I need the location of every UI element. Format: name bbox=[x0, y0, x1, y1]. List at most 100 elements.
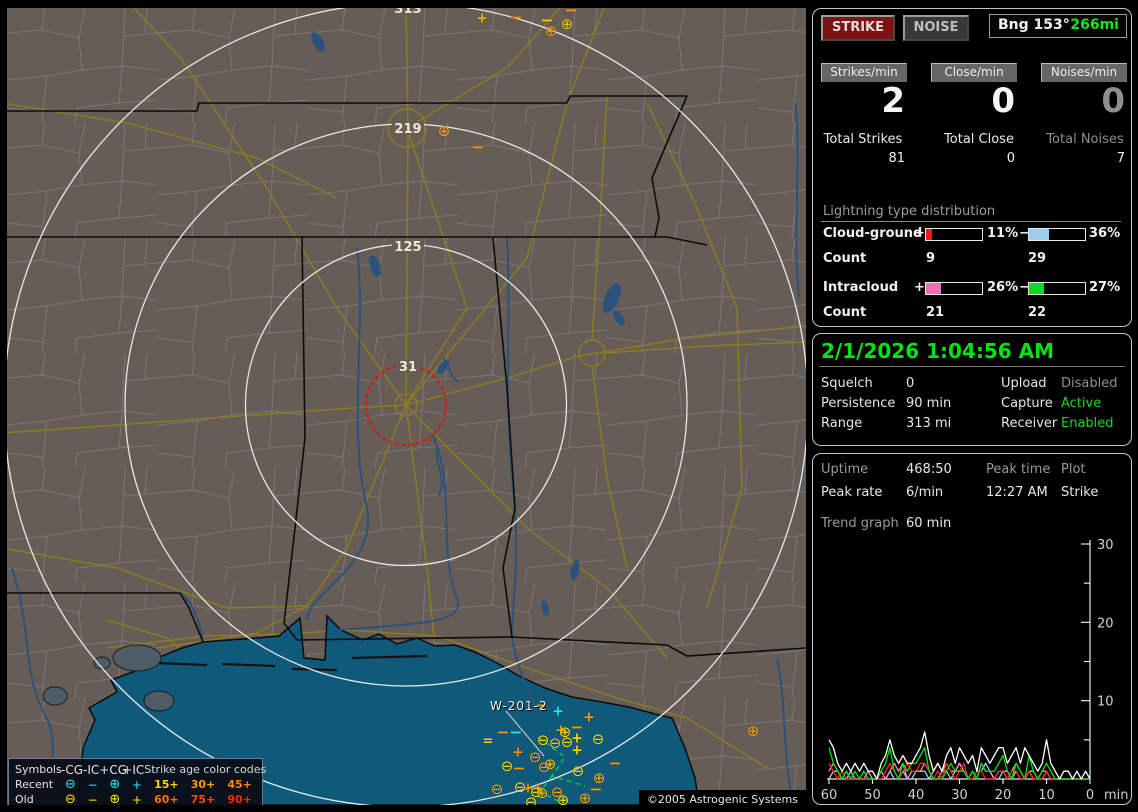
legend-col-header: +CG bbox=[99, 762, 127, 777]
persistence-value: 90 min bbox=[906, 396, 952, 411]
cg-count-label: Count bbox=[823, 251, 867, 266]
strike-symbol: − bbox=[509, 8, 523, 27]
uptime-label: Uptime bbox=[821, 462, 869, 477]
trend-y-tick-label: 20 bbox=[1097, 616, 1114, 631]
total-noises-label: Total Noises bbox=[1046, 132, 1124, 147]
legend-symbol-icon: + bbox=[131, 777, 142, 792]
legend-symbol-icon: ⊖ bbox=[64, 777, 76, 792]
stats-panel: STRIKE NOISE Bng 153° 266mi Strikes/min … bbox=[812, 8, 1132, 327]
cg-neg-bar bbox=[1028, 228, 1086, 241]
plus-sign: + bbox=[914, 280, 925, 295]
storm-cell-label: W-201-2 bbox=[490, 699, 548, 713]
strike-symbol: ⊖ bbox=[571, 761, 585, 780]
strike-symbol: ⊕ bbox=[544, 21, 558, 40]
strike-symbol: + bbox=[571, 742, 583, 759]
datetime-display: 2/1/2026 1:04:56 AM bbox=[821, 339, 1054, 363]
peak-time-value: 12:27 AM bbox=[986, 485, 1048, 500]
legend-age-title: Strike age color codes bbox=[144, 763, 267, 776]
strike-symbol: ⊖ bbox=[548, 733, 562, 752]
strike-symbol: + bbox=[512, 744, 524, 761]
distribution-title: Lightning type distribution bbox=[823, 204, 996, 219]
noise-mode-button[interactable]: NOISE bbox=[903, 15, 969, 41]
copyright-text: ©2005 Astrogenic Systems bbox=[638, 790, 806, 805]
strike-symbol: + bbox=[552, 703, 564, 720]
strike-symbol: − bbox=[512, 758, 526, 778]
peak-rate-value: 6/min bbox=[906, 485, 944, 500]
strike-symbol: + bbox=[476, 10, 488, 27]
strike-symbol: − bbox=[471, 137, 485, 157]
intracloud-label: Intracloud bbox=[823, 280, 899, 295]
total-close-label: Total Close bbox=[944, 132, 1014, 147]
legend-col-header: +IC bbox=[122, 762, 145, 777]
cg-neg-count: 29 bbox=[1028, 251, 1047, 266]
squelch-value: 0 bbox=[906, 376, 915, 391]
ic-pos-bar bbox=[925, 282, 983, 295]
legend-col-header: -IC bbox=[83, 762, 100, 777]
trend-graph: 10 20 30 60 50 40 30 20 10 0 min bbox=[821, 538, 1129, 802]
trend-x-tick-label: 60 bbox=[821, 788, 838, 802]
receiver-label: Receiver bbox=[1001, 416, 1058, 431]
strike-symbol: = bbox=[482, 733, 494, 749]
legend-age-code: 30+ bbox=[190, 778, 216, 791]
plot-label: Plot bbox=[1061, 462, 1086, 477]
legend-age-code: 60+ bbox=[154, 793, 179, 805]
trend-x-unit-label: min bbox=[1104, 788, 1129, 802]
ic-neg-pct: 27% bbox=[1089, 280, 1121, 295]
app-window: 313 219 125 31 + − − − ⊕ ⊕ ⊕ − ⊕ − + + − − = ⊖ + ⊕ − ⊖ ⊖ + ⊖ + ⊖ + ⊕ ⊖… bbox=[0, 0, 1138, 812]
map-legend: Symbols -CG -IC +CG +IC Strike age color code… bbox=[8, 758, 267, 806]
bearing-readout: Bng 153° 266mi bbox=[989, 14, 1127, 38]
strike-symbol: − bbox=[509, 722, 523, 742]
total-strikes-label: Total Strikes bbox=[823, 132, 903, 147]
trend-x-tick-label: 30 bbox=[951, 788, 968, 802]
noises-per-min-value: 0 bbox=[1101, 81, 1125, 121]
strike-symbol: − bbox=[608, 753, 622, 773]
upload-label: Upload bbox=[1001, 376, 1047, 391]
strike-symbol: + bbox=[583, 709, 595, 726]
noises-per-min-badge[interactable]: Noises/min bbox=[1041, 63, 1127, 82]
capture-status: Active bbox=[1061, 396, 1102, 411]
strike-symbol: ⊕ bbox=[560, 14, 574, 33]
strike-symbol: ⊖ bbox=[591, 729, 605, 748]
strike-symbol: ⊕ bbox=[746, 721, 760, 740]
strike-symbol: ⊕ bbox=[592, 768, 606, 787]
strike-symbol: ⊖ bbox=[537, 757, 551, 776]
bearing-label: Bng 153° bbox=[998, 17, 1070, 33]
distribution-divider bbox=[821, 221, 1121, 222]
ic-count-label: Count bbox=[823, 305, 867, 320]
legend-symbol-icon: − bbox=[87, 792, 98, 806]
trend-y-tick-label: 10 bbox=[1097, 695, 1114, 710]
bearing-distance: 266mi bbox=[1070, 17, 1119, 33]
strike-symbol: − bbox=[496, 722, 510, 742]
cg-pos-pct: 11% bbox=[987, 226, 1019, 241]
strike-mode-button[interactable]: STRIKE bbox=[821, 15, 895, 41]
strike-symbol: ⊖ bbox=[536, 730, 550, 749]
legend-age-code: 45+ bbox=[227, 778, 252, 791]
close-per-min-value: 0 bbox=[991, 81, 1015, 121]
plot-mode-value: Strike bbox=[1061, 485, 1099, 500]
ic-neg-bar bbox=[1028, 282, 1086, 295]
strike-symbol: ⊖ bbox=[524, 792, 538, 805]
trend-x-tick-label: 20 bbox=[995, 788, 1012, 802]
legend-col-header: -CG bbox=[61, 762, 84, 777]
trend-window-value: 60 min bbox=[906, 516, 952, 531]
session-panel: Uptime 468:50 Peak time Plot Peak rate 6… bbox=[812, 453, 1132, 805]
legend-symbol-icon: ⊕ bbox=[109, 777, 121, 792]
strikes-per-min-badge[interactable]: Strikes/min bbox=[821, 63, 907, 82]
cg-pos-bar bbox=[925, 228, 983, 241]
ic-pos-pct: 26% bbox=[987, 280, 1019, 295]
strike-symbol: ⊕ bbox=[437, 121, 451, 140]
strike-symbol: ⊖ bbox=[490, 779, 504, 798]
trend-x-tick-label: 10 bbox=[1038, 788, 1055, 802]
trend-graph-label: Trend graph bbox=[821, 516, 899, 531]
total-close-value: 0 bbox=[1006, 151, 1015, 166]
peak-time-label: Peak time bbox=[986, 462, 1051, 477]
lightning-map[interactable]: 313 219 125 31 + − − − ⊕ ⊕ ⊕ − ⊕ − + + − − = ⊖ + ⊕ − ⊖ ⊖ + ⊖ + ⊖ + ⊕ ⊖… bbox=[7, 8, 806, 805]
legend-row-label: Old bbox=[15, 793, 34, 805]
close-per-min-badge[interactable]: Close/min bbox=[931, 63, 1017, 82]
legend-age-code: 75+ bbox=[190, 793, 216, 805]
strikes-per-min-value: 2 bbox=[881, 81, 905, 121]
legend-symbol-icon: + bbox=[131, 792, 142, 806]
legend-symbols-header: Symbols bbox=[15, 763, 62, 776]
legend-symbol-icon: ⊕ bbox=[109, 792, 121, 805]
datetime-divider bbox=[819, 366, 1125, 367]
